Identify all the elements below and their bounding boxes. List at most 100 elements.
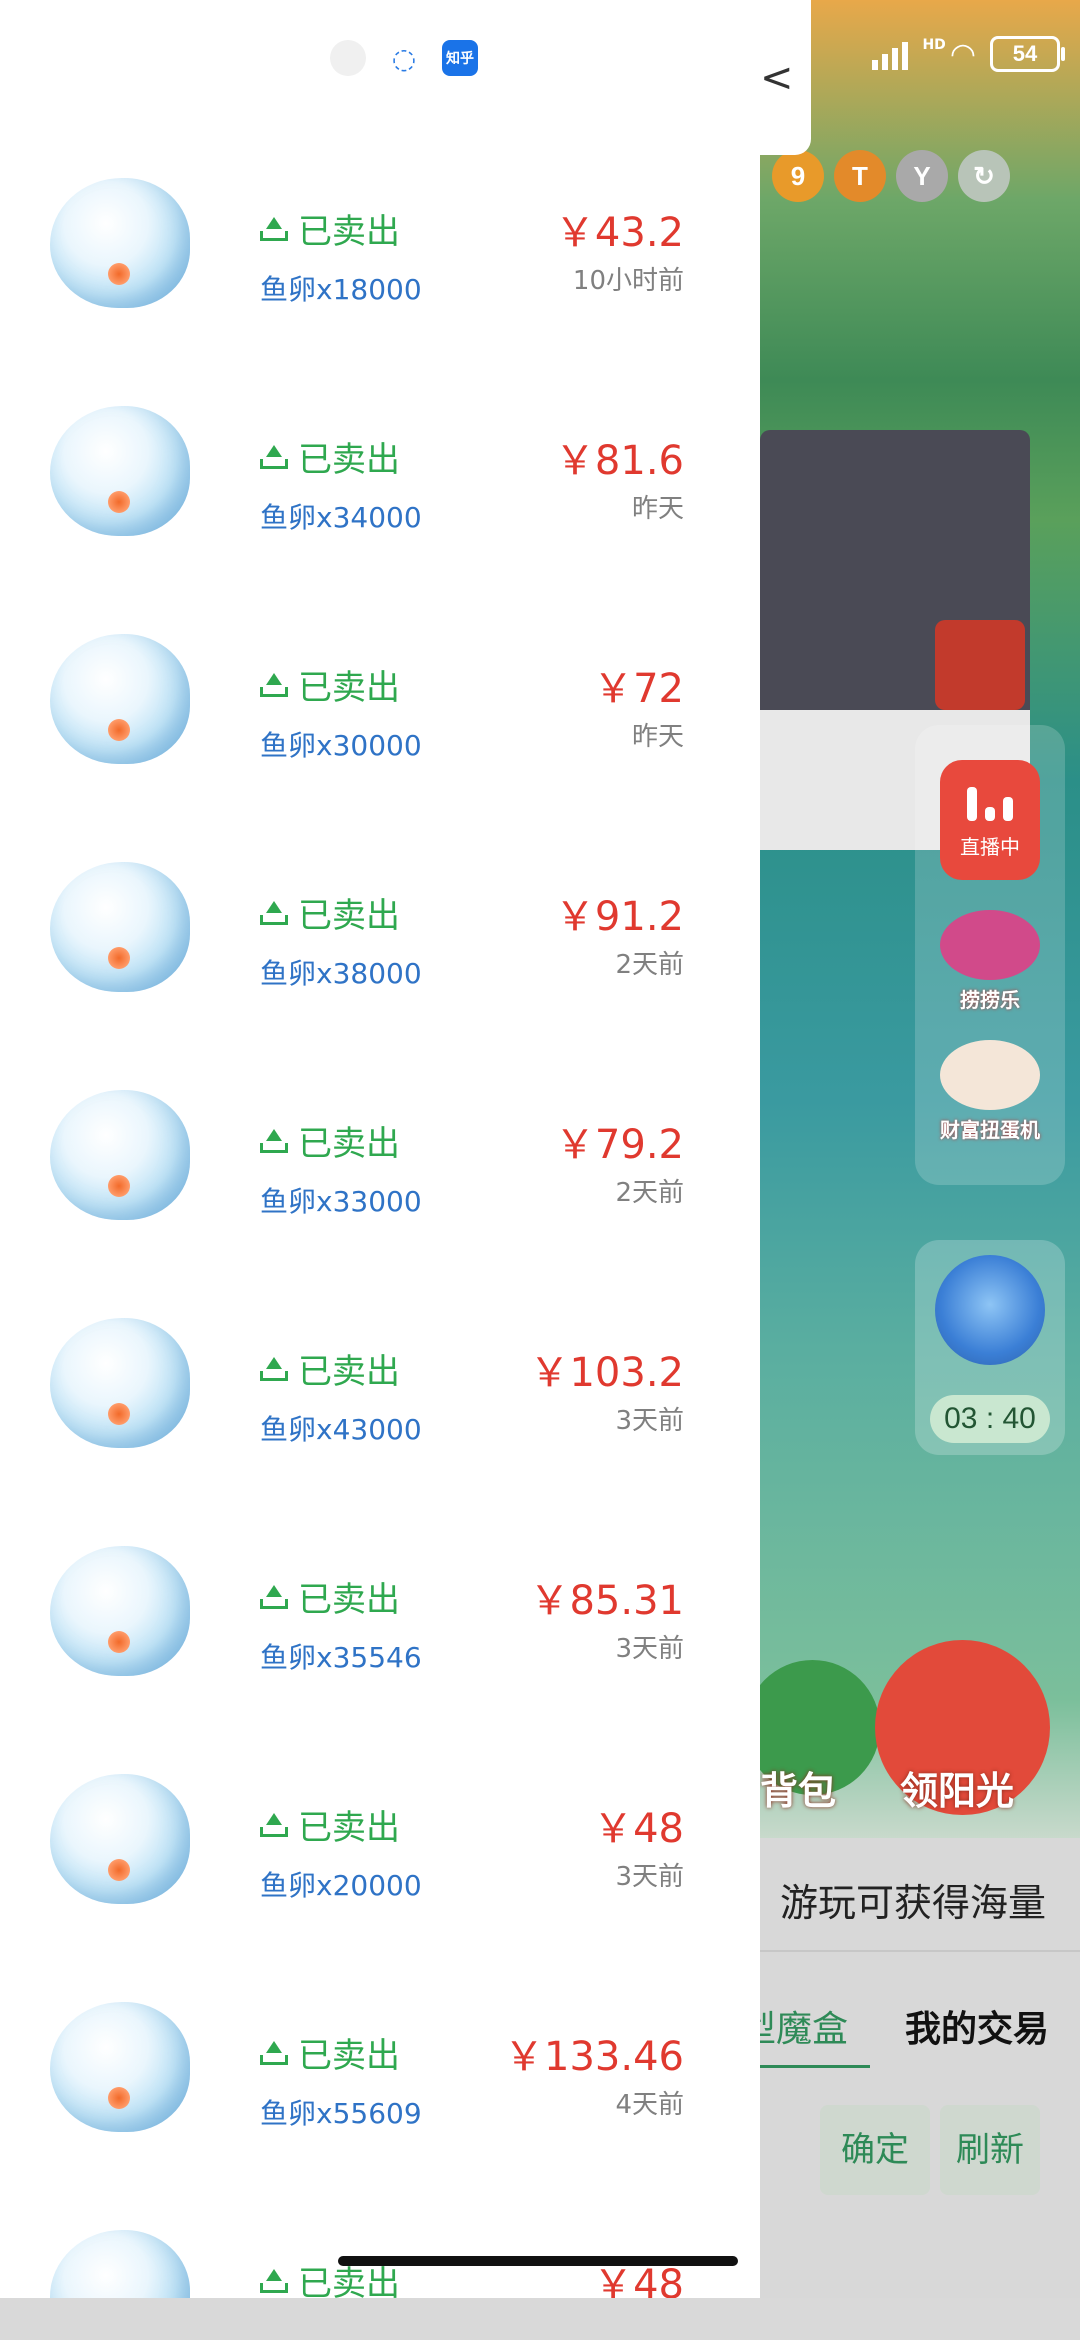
confirm-button[interactable]: 确定 <box>820 2105 930 2195</box>
fish-egg-icon <box>50 862 190 992</box>
fish-egg-icon <box>50 1090 190 1220</box>
status-bar: HD ◠ 54 <box>872 36 1065 72</box>
status-label: 已卖出 <box>298 212 400 252</box>
fishing-game-button[interactable]: 捞捞乐 <box>930 910 1050 1013</box>
time-label: 3天前 <box>615 1862 684 1892</box>
time-label: 10小时前 <box>572 266 684 296</box>
fishing-game-label: 捞捞乐 <box>960 988 1020 1012</box>
live-label: 直播中 <box>960 834 1020 859</box>
sold-upload-icon <box>260 1584 288 1609</box>
transaction-list: 已卖出 鱼卵x18000 ￥43.2 10小时前 已卖出 鱼卵x34000 ￥8… <box>0 160 760 2298</box>
chat-bubble-icon: ◌ <box>391 41 417 75</box>
tab-my-trades[interactable]: 我的交易 <box>905 2000 1049 2052</box>
transaction-row[interactable]: 已卖出 ￥48 <box>0 2212 760 2298</box>
refresh-icon[interactable]: ↻ <box>958 150 1010 202</box>
status-sold: 已卖出 <box>260 660 400 709</box>
quantity-label: 鱼卵x34000 <box>260 501 422 534</box>
badge-9[interactable]: 9 <box>772 150 824 202</box>
time-label: 4天前 <box>615 2090 684 2120</box>
status-sold: 已卖出 <box>260 204 400 253</box>
badge-t[interactable]: T <box>834 150 886 202</box>
price-label: ￥133.46 <box>504 2034 684 2080</box>
quantity-label: 鱼卵x30000 <box>260 729 422 762</box>
transaction-row[interactable]: 已卖出 鱼卵x20000 ￥48 3天前 <box>0 1756 760 1984</box>
transaction-row[interactable]: 已卖出 鱼卵x35546 ￥85.31 3天前 <box>0 1528 760 1756</box>
status-label: 已卖出 <box>298 896 400 936</box>
gacha-machine-label: 财富扭蛋机 <box>940 1118 1040 1142</box>
fish-egg-icon <box>50 178 190 308</box>
signal-icon <box>872 38 909 70</box>
price-label: ￥81.6 <box>554 438 684 484</box>
time-label: 昨天 <box>631 722 684 752</box>
sold-upload-icon <box>260 1356 288 1381</box>
transaction-row[interactable]: 已卖出 鱼卵x38000 ￥91.2 2天前 <box>0 844 760 1072</box>
transaction-row[interactable]: 已卖出 鱼卵x30000 ￥72 昨天 <box>0 616 760 844</box>
fish-egg-icon <box>50 634 190 764</box>
status-label: 已卖出 <box>298 1580 400 1620</box>
live-streaming-button[interactable]: 直播中 <box>940 760 1040 880</box>
transaction-row[interactable]: 已卖出 鱼卵x34000 ￥81.6 昨天 <box>0 388 760 616</box>
transaction-row[interactable]: 已卖出 鱼卵x33000 ￥79.2 2天前 <box>0 1072 760 1300</box>
qq-icon <box>330 40 366 76</box>
time-label: 昨天 <box>631 494 684 524</box>
time-label: 3天前 <box>615 1406 684 1436</box>
quantity-label: 鱼卵x20000 <box>260 1869 422 1902</box>
transaction-row[interactable]: 已卖出 鱼卵x18000 ￥43.2 10小时前 <box>0 160 760 388</box>
status-label: 已卖出 <box>298 1352 400 1392</box>
price-label: ￥79.2 <box>554 1122 684 1168</box>
backpack-label: 背包 <box>760 1769 837 1813</box>
quantity-label: 鱼卵x33000 <box>260 1185 422 1218</box>
sold-upload-icon <box>260 444 288 469</box>
quantity-label: 鱼卵x38000 <box>260 957 422 990</box>
battery-indicator: 54 <box>990 36 1065 72</box>
price-label: ￥72 <box>593 666 684 712</box>
fish-egg-icon <box>50 2002 190 2132</box>
lucky-cat-icon <box>940 1040 1040 1110</box>
hd-label: HD <box>922 37 946 53</box>
status-sold: 已卖出 <box>260 2028 400 2077</box>
sold-upload-icon <box>260 2268 288 2293</box>
sheet-title: 游玩可获得海量 <box>780 1881 1047 1925</box>
star-medal-icon[interactable] <box>935 1255 1045 1365</box>
quantity-label: 鱼卵x35546 <box>260 1641 422 1674</box>
status-label: 已卖出 <box>298 1808 400 1848</box>
gacha-machine-button[interactable]: 财富扭蛋机 <box>930 1040 1050 1143</box>
mailbox-icon[interactable] <box>935 620 1025 710</box>
home-indicator[interactable] <box>338 2256 738 2266</box>
refresh-button[interactable]: 刷新 <box>940 2105 1040 2195</box>
price-label: ￥103.2 <box>529 1350 684 1396</box>
quantity-label: 鱼卵x18000 <box>260 273 422 306</box>
top-badges: 9 T Y ↻ <box>772 150 1010 202</box>
status-sold: 已卖出 <box>260 1800 400 1849</box>
sold-upload-icon <box>260 2040 288 2065</box>
fish-egg-icon <box>50 1546 190 1676</box>
price-label: ￥43.2 <box>554 210 684 256</box>
price-label: ￥48 <box>593 1806 684 1852</box>
sold-upload-icon <box>260 216 288 241</box>
wifi-icon: ◠ <box>949 36 976 72</box>
quantity-label: 鱼卵x55609 <box>260 2097 422 2130</box>
badge-y[interactable]: Y <box>896 150 948 202</box>
collect-sunlight-label: 领阳光 <box>900 1769 1015 1813</box>
time-label: 3天前 <box>615 1634 684 1664</box>
fish-egg-icon <box>50 406 190 536</box>
fish-egg-icon <box>50 1774 190 1904</box>
status-sold: 已卖出 <box>260 1116 400 1165</box>
status-sold: 已卖出 <box>260 1344 400 1393</box>
transaction-row[interactable]: 已卖出 鱼卵x55609 ￥133.46 4天前 <box>0 1984 760 2212</box>
app-icons: ◌ 知乎 <box>330 40 478 76</box>
status-sold: 已卖出 <box>260 888 400 937</box>
transaction-row[interactable]: 已卖出 鱼卵x43000 ￥103.2 3天前 <box>0 1300 760 1528</box>
anglerfish-icon <box>940 910 1040 980</box>
sold-upload-icon <box>260 900 288 925</box>
back-arrow-icon[interactable]: < <box>760 55 794 101</box>
quantity-label: 鱼卵x43000 <box>260 1413 422 1446</box>
time-label: 2天前 <box>615 1178 684 1208</box>
status-label: 已卖出 <box>298 440 400 480</box>
status-label: 已卖出 <box>298 668 400 708</box>
status-sold: 已卖出 <box>260 432 400 481</box>
sold-upload-icon <box>260 1812 288 1837</box>
zhihu-icon: 知乎 <box>442 40 478 76</box>
sold-upload-icon <box>260 1128 288 1153</box>
status-label: 已卖出 <box>298 1124 400 1164</box>
